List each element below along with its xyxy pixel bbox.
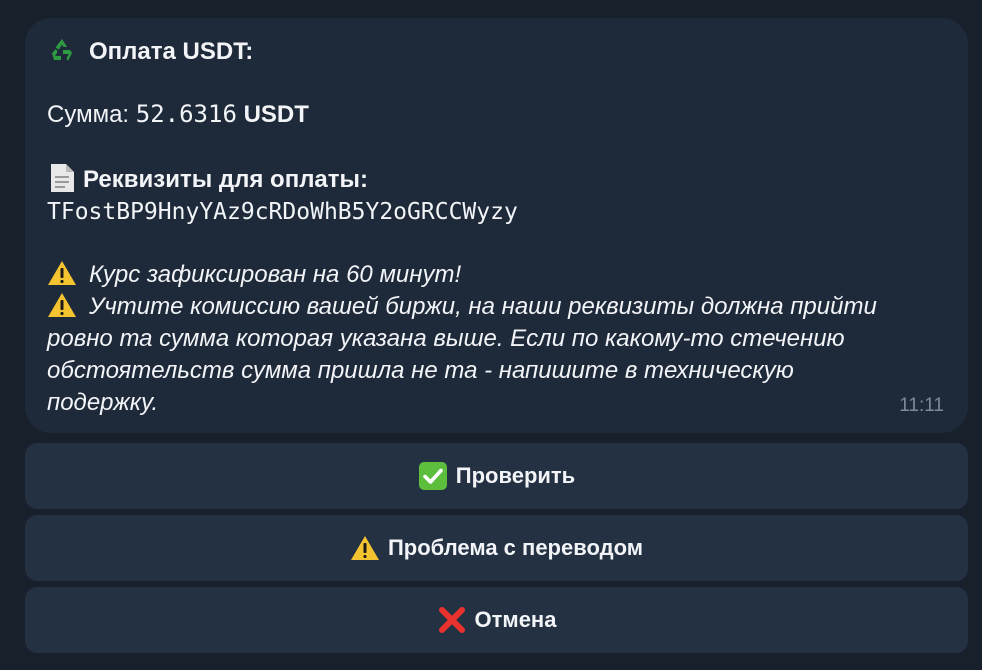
cancel-button[interactable]: Отмена [25, 587, 968, 653]
problem-button-label: Проблема с переводом [387, 535, 643, 560]
amount-label: Сумма: [47, 101, 130, 128]
problem-button[interactable]: Проблема с переводом [25, 515, 968, 581]
check-button-label: Проверить [455, 463, 576, 488]
warning-fee-line-1: Учтите комиссию вашей биржи, на наши рек… [47, 291, 877, 323]
requisites-label: Реквизиты для оплаты: [83, 166, 369, 193]
message-time: 11:11 [899, 395, 944, 416]
message-bubble: Оплата USDT: Сумма: 52.6316 USDT Реквизи… [25, 18, 968, 433]
document-icon [51, 163, 74, 192]
warning-icon [350, 536, 379, 560]
warning-fee-line-3: обстоятельств сумма пришла не та - напиш… [47, 357, 794, 384]
requisites-line: Реквизиты для оплаты: [47, 163, 369, 196]
check-mark-icon [418, 462, 447, 490]
cancel-button-label: Отмена [474, 607, 557, 632]
amount-line: Сумма: 52.6316 USDT [47, 98, 309, 131]
warning-fee-text-1: Учтите комиссию вашей биржи, на наши рек… [89, 293, 877, 320]
check-button[interactable]: Проверить [25, 443, 968, 509]
warning-rate-text: Курс зафиксирован на 60 минут! [89, 261, 462, 288]
warning-rate-line: Курс зафиксирован на 60 минут! [47, 259, 461, 291]
cross-mark-icon [438, 607, 465, 633]
warning-fee-line-4: подержку. [47, 389, 159, 416]
wallet-address[interactable]: TFostBP9HnyYAz9cRDoWhB5Y2oGRCCWyzy [47, 196, 518, 228]
warning-fee-line-2: ровно та сумма которая указана выше. Есл… [47, 325, 845, 352]
warning-icon [48, 292, 76, 317]
warning-icon [48, 260, 76, 285]
amount-value: 52.6316 [135, 100, 237, 128]
amount-currency: USDT [243, 101, 309, 128]
message-title: Оплата USDT: [89, 38, 254, 65]
message-title-line: Оплата USDT: [47, 36, 253, 68]
recycle-icon [52, 38, 72, 61]
